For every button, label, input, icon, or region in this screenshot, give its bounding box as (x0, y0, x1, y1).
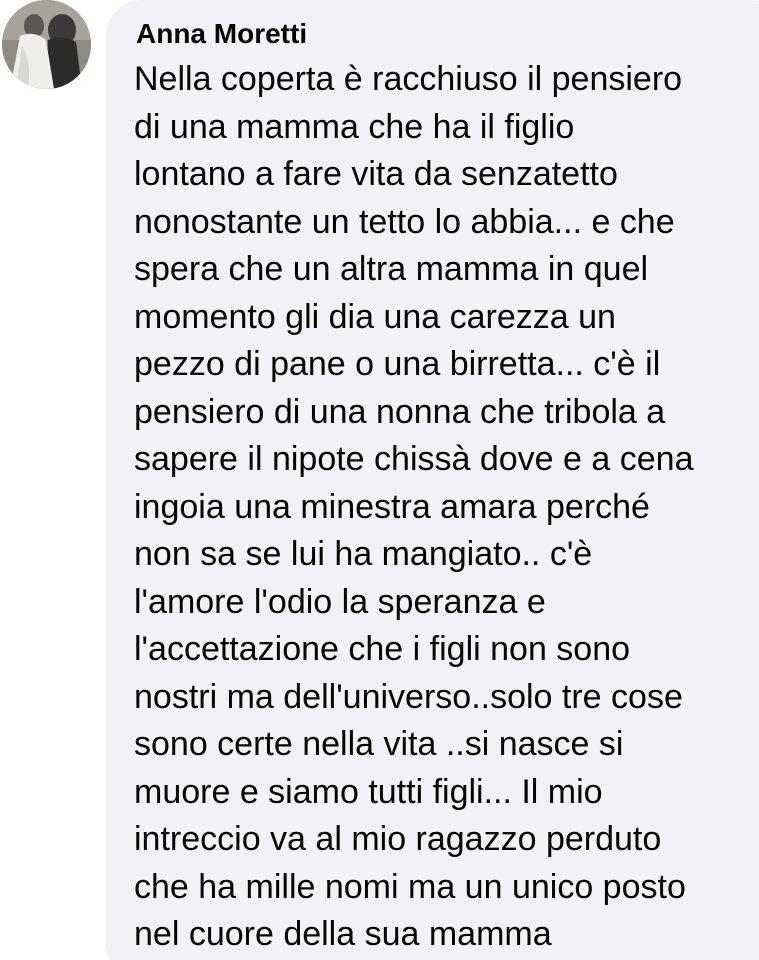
comment-text-line: nel cuore della sua mamma (134, 915, 552, 953)
comment-text-line: spera che un altra mamma in quel (134, 250, 649, 288)
avatar[interactable] (2, 0, 91, 89)
comment-text-line: nostri ma dell'universo..solo tre cose (134, 677, 683, 716)
comment-text-line: non sa se lui ha mangiato.. c'è (134, 535, 593, 573)
comment-text-line: di una mamma che ha il figlio (134, 107, 575, 146)
comment-text-line: l'amore l'odio la speranza e (134, 582, 546, 621)
comment-text-line: sono certe nella vita ..si nasce si (134, 725, 624, 763)
comment-text: Nella coperta è racchiuso il pensiero di… (134, 56, 754, 959)
comment-text-line: che ha mille nomi ma un unico posto (134, 867, 686, 906)
comment-text-line: lontano a fare vita da senzatetto (134, 155, 618, 193)
comment-author-name[interactable]: Anna Moretti (136, 14, 307, 54)
comment-text-line: pezzo di pane o una birretta... c'è il (134, 345, 661, 383)
comment-text-line: nonostante un tetto lo abbia... e che (134, 202, 675, 241)
comment-text-line: l'accettazione che i figli non sono (134, 630, 631, 668)
comment-text-line: Nella coperta è racchiuso il pensiero (134, 60, 683, 98)
comment-text-line: muore e siamo tutti figli... Il mio (134, 772, 603, 811)
comment-text-line: momento gli dia una carezza un (134, 297, 616, 336)
comment: Anna Moretti Nella coperta è racchiuso i… (0, 0, 759, 960)
comment-text-line: pensiero di una nonna che tribola a (134, 392, 666, 431)
comment-text-line: ingoia una minestra amara perché (134, 487, 650, 526)
comment-text-line: intreccio va al mio ragazzo perduto (134, 820, 662, 858)
comment-text-line: sapere il nipote chissà dove e a cena (134, 440, 694, 478)
avatar-photo (2, 0, 91, 89)
